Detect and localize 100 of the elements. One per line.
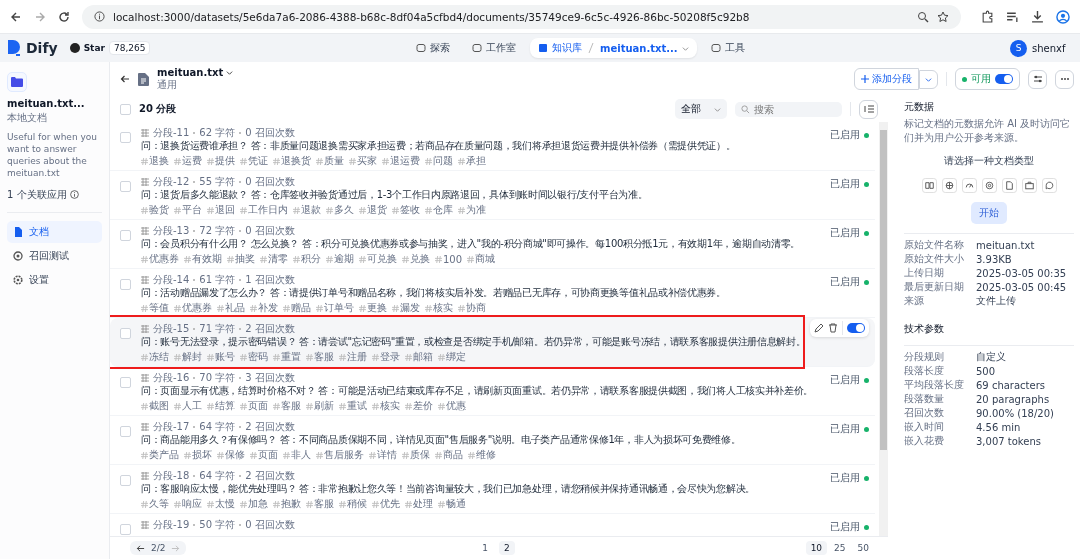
star-icon[interactable] <box>937 10 949 23</box>
hash-icon <box>207 500 214 508</box>
status-control[interactable]: 可用 <box>955 68 1020 90</box>
segment-row[interactable]: 分段-12 55 字符 0 召回次数 问：退货后多久能退款？ 答：仓库签收并验货通过后，1-3个工作日内原路退回，具体到账时间以银行/支付平台为准。 验货 平台 退回 工作日内 退款 多久 退货 签收 仓库 为准 已启用 <box>110 171 875 220</box>
forward-icon[interactable] <box>34 10 46 23</box>
hash-icon <box>227 255 234 263</box>
page-button[interactable]: 2 <box>499 541 515 555</box>
segment-checkbox[interactable] <box>120 377 131 388</box>
character-count: 71 字符 <box>199 321 236 336</box>
hash-icon <box>306 500 313 508</box>
zoom-icon[interactable] <box>917 10 929 23</box>
segment-checkbox[interactable] <box>120 279 131 290</box>
hash-icon <box>141 500 148 508</box>
page-size-button[interactable]: 25 <box>829 541 851 555</box>
hash-icon <box>141 402 148 410</box>
scrollbar-thumb[interactable] <box>880 130 887 450</box>
page-size-button[interactable]: 50 <box>852 541 874 555</box>
enable-toggle[interactable] <box>995 74 1013 84</box>
search-input[interactable]: 搜索 <box>754 103 834 115</box>
back-icon[interactable] <box>10 10 22 23</box>
keyword-tag: 刷新 <box>306 399 334 413</box>
keyword-tag: 等值 <box>141 301 169 315</box>
collapse-button[interactable] <box>859 99 878 119</box>
hash-icon <box>283 304 290 312</box>
at-sign-icon[interactable] <box>981 178 997 193</box>
nav-tab[interactable]: 工具 <box>702 38 753 58</box>
info-icon[interactable] <box>69 190 79 200</box>
hash-icon <box>425 206 432 214</box>
segment-checkbox[interactable] <box>120 524 131 535</box>
sidebar-item[interactable]: 召回测试 <box>7 244 102 267</box>
add-segment-button[interactable]: 添加分段 <box>854 68 919 90</box>
hash-icon <box>369 451 376 459</box>
gauge-icon[interactable] <box>961 178 977 193</box>
previous-icon[interactable] <box>136 543 145 553</box>
keyword-tag: 重置 <box>273 350 301 364</box>
brand-name: Dify <box>26 40 58 56</box>
more-button[interactable] <box>1055 69 1074 89</box>
segment-checkbox[interactable] <box>120 426 131 437</box>
reload-icon[interactable] <box>58 10 70 23</box>
sidebar-item[interactable]: 文档 <box>7 220 102 243</box>
nav-tab[interactable]: 工作室 <box>464 38 524 58</box>
segment-row[interactable]: 分段-18 64 字符 2 召回次数 问：客服响应太慢，能优先处理吗？ 答：非常抱歉让您久等！当前咨询量较大，我们已加急处理，请您稍候并保持通讯畅通，会尽快为您解决。 久等 响应 太慢 加急 抱歉 客服 稍候 优先 处理 畅通 已启用 <box>110 465 875 514</box>
segment-row[interactable]: 分段-16 70 字符 3 召回次数 问：页面显示有优惠，结算时价格不对？ 答：可能是活动已结束或库存不足，请刷新页面重试。若仍异常，请联系客服提供截图，我们将人工核实并补差价。 截图 人工 结算 页面 客服 刷新 重试 核实 差价 优惠 已启用 <box>110 367 875 416</box>
keyword-tag: 凭证 <box>240 154 268 168</box>
profile-icon[interactable] <box>1056 9 1070 24</box>
segment-row[interactable]: 分段-17 64 字符 2 召回次数 问：商品能用多久？有保修吗？ 答：不同商品质保期不同，详情见页面"售后服务"说明。电子类产品通常保修1年，非人为损坏可免费维修。 类产品 损坏 保修 页面 非人 售后服务 详情 质保 商品 维修 已启用 <box>110 416 875 465</box>
keyword-tag: 处理 <box>405 497 433 511</box>
user-menu[interactable]: S shenxf <box>1010 39 1080 57</box>
delete-icon[interactable] <box>828 323 838 333</box>
puzzle-icon[interactable] <box>981 10 994 23</box>
briefcase-icon[interactable] <box>1021 178 1037 193</box>
back-arrow-icon[interactable] <box>120 74 130 84</box>
search-field[interactable]: 搜索 <box>735 101 842 117</box>
page-info: 2/2 <box>151 543 166 553</box>
select-all-checkbox[interactable] <box>120 103 131 115</box>
document-title[interactable]: meituan.txt <box>157 66 224 78</box>
section-title: 元数据 <box>904 100 935 114</box>
segment-checkbox[interactable] <box>120 328 131 339</box>
github-star-badge[interactable]: Star 78,265 <box>69 41 151 55</box>
segment-row[interactable]: 分段-15 71 字符 2 召回次数 问：账号无法登录，提示密码错误？ 答：请尝试"忘记密码"重置，或检查是否绑定手机/邮箱。若仍异常，可能是账号冻结，请联系客服提供注册信息解封。 冻结 解封 账号 密码 重置 客服 注册 登录 邮箱 绑定 <box>110 318 875 367</box>
nav-tab[interactable]: 探索 <box>408 38 458 58</box>
sidebar-item[interactable]: 设置 <box>7 268 102 291</box>
segment-row[interactable]: 分段-13 72 字符 0 召回次数 问：会员积分有什么用？ 怎么兑换？ 答：积分可兑换优惠券或参与抽奖，进入"我的-积分商城"即可操作。每100积分抵1元，有效期1年，逾期自动清零。 优惠券 有效期 抽奖 清零 积分 逾期 可兑换 兑换 100 商城 已启用 <box>110 220 875 269</box>
segment-checkbox[interactable] <box>120 230 131 241</box>
keyword-tag: 页面 <box>250 448 278 462</box>
page-stepper[interactable]: 2/2 <box>130 541 187 555</box>
nav-tab[interactable]: 知识库 meituan.txt... <box>530 38 697 58</box>
queue-icon[interactable] <box>1006 10 1019 23</box>
site-info-icon[interactable] <box>94 11 105 22</box>
segment-status: 已启用 <box>830 471 860 485</box>
segment-checkbox[interactable] <box>120 181 131 192</box>
grid-icon <box>141 177 149 186</box>
keyword-tag: 工作日内 <box>240 203 288 217</box>
hash-icon <box>425 157 432 165</box>
download-icon[interactable] <box>1031 10 1044 23</box>
logo-icon[interactable] <box>8 40 20 56</box>
keyword-tag: 质保 <box>402 448 430 462</box>
caret-icon[interactable] <box>226 68 234 76</box>
character-count: 55 字符 <box>199 174 236 189</box>
hash-icon <box>174 353 181 361</box>
segment-checkbox[interactable] <box>120 132 131 143</box>
caret-icon <box>714 105 721 113</box>
address-bar[interactable]: localhost:3000/datasets/5e6da7a6-2086-4388-b68c-8df04a5cfbd4/documents/35749ce9-6c5c-4926-86bc-50208f5c92b8 <box>82 4 961 29</box>
chat-icon[interactable] <box>1041 178 1057 193</box>
keyword-tag: 加急 <box>240 497 268 511</box>
filter-select[interactable]: 全部 <box>675 99 727 119</box>
page-size-button[interactable]: 10 <box>805 541 828 555</box>
globe-icon[interactable] <box>941 178 957 193</box>
segment-row[interactable]: 分段-11 62 字符 0 召回次数 问：退换货运费谁承担？ 答：非质量问题退换需买家承担运费；若商品存在质量问题，我们将承担退货运费并提供补偿券（需提供凭证）。 退换 运费 提供 凭证 退换货 质量 买家 退运费 问题 承担 已启用 <box>110 122 875 171</box>
page-button[interactable]: 1 <box>477 541 494 555</box>
segment-checkbox[interactable] <box>120 475 131 486</box>
hash-icon <box>217 451 224 459</box>
folder-icon <box>7 72 27 92</box>
edit-icon[interactable] <box>814 323 824 333</box>
file-icon[interactable] <box>1001 178 1017 193</box>
hash-icon <box>250 304 257 312</box>
field-label: 召回次数 <box>904 406 945 420</box>
enable-toggle[interactable] <box>847 323 865 333</box>
segment-status: 已启用 <box>830 373 860 387</box>
sliders-button[interactable] <box>1028 69 1047 89</box>
